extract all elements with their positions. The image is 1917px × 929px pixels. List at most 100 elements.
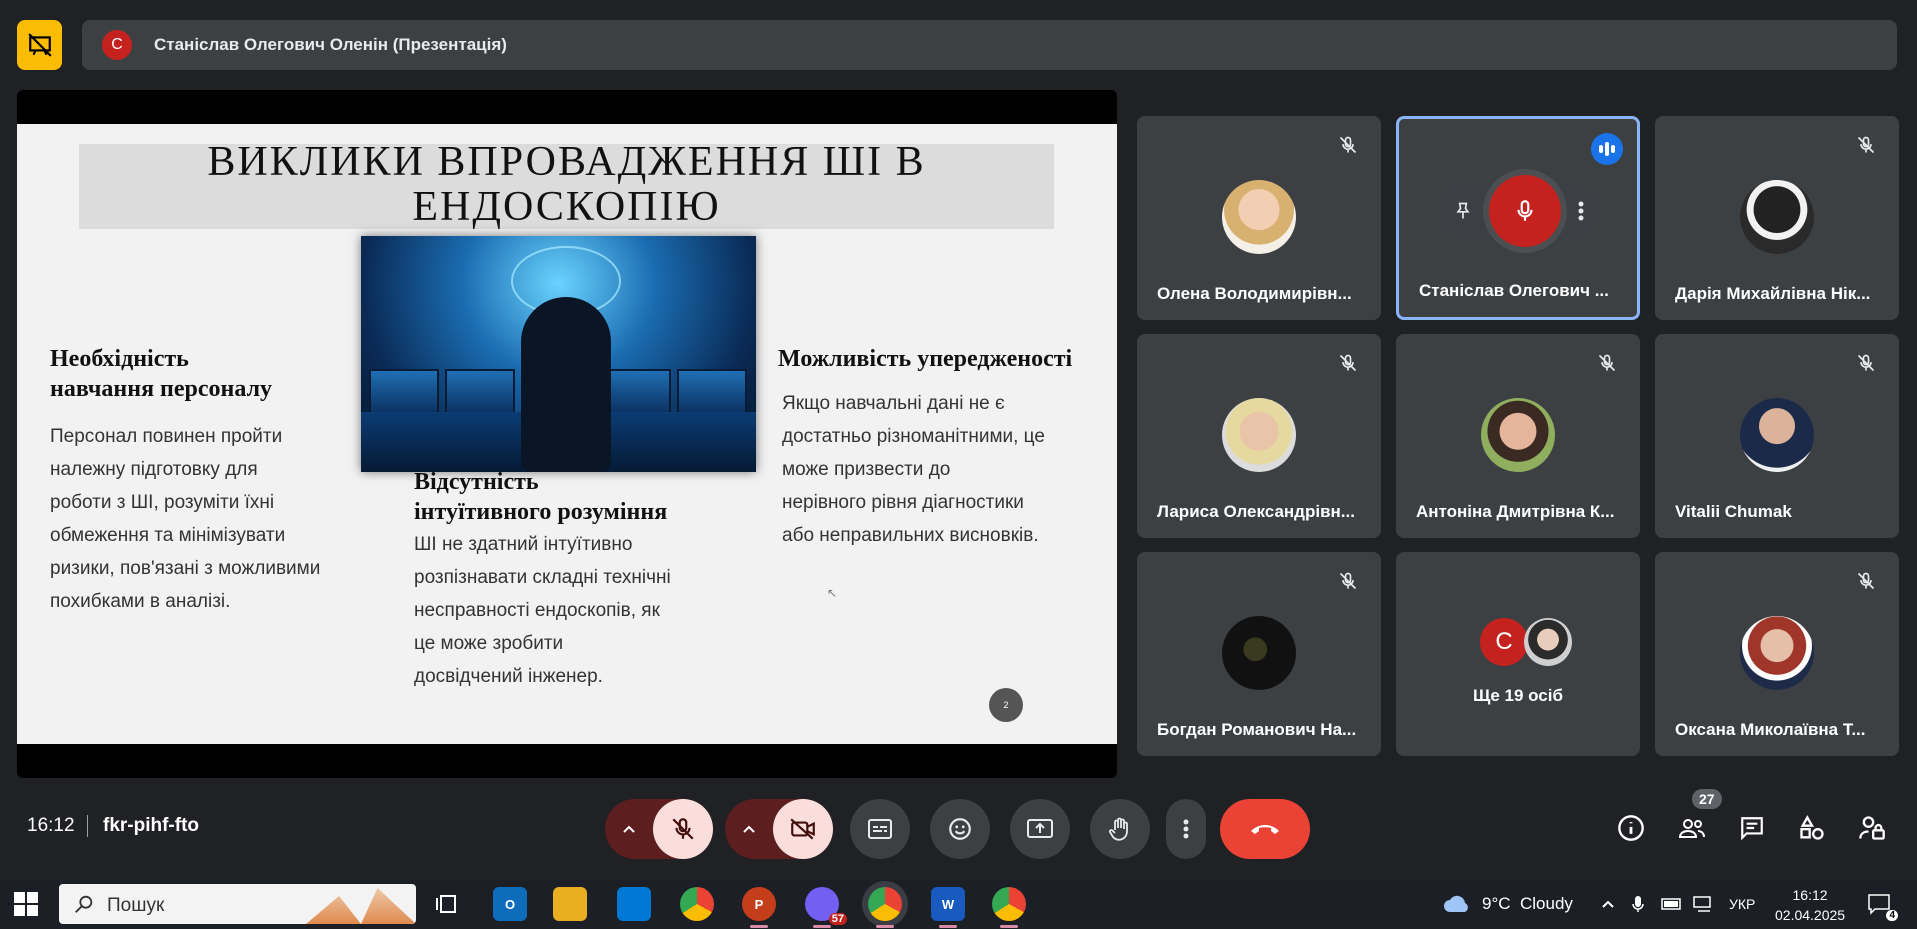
col1-heading-line1: Необхідність <box>50 346 189 372</box>
outlook-icon[interactable]: O <box>493 887 527 921</box>
presentation-stage[interactable]: ВИКЛИКИ ВПРОВАДЖЕННЯ ШІ В ЕНДОСКОПІЮ Нео… <box>17 90 1117 778</box>
col1-heading-line2: навчання персоналу <box>50 376 273 402</box>
col2-line: розпізнавати складні технічні <box>414 567 671 588</box>
col1-heading: Необхідність навчання персоналу <box>50 344 272 404</box>
cloud-icon <box>1444 895 1468 912</box>
participant-tile-active[interactable]: Станіслав Олегович ... <box>1396 116 1640 320</box>
mic-icon <box>1517 200 1533 221</box>
chrome-profile-icon[interactable] <box>868 887 902 921</box>
active-app-indicator <box>939 925 957 928</box>
viber-badge: 57 <box>828 913 847 925</box>
participant-name: Vitalii Chumak <box>1675 502 1792 521</box>
col1-line: Персонал повинен пройти <box>50 426 283 447</box>
emoji-reactions-button[interactable] <box>930 799 990 859</box>
participant-tile[interactable]: Оксана Миколаївна Т... <box>1655 552 1899 756</box>
participant-tile[interactable]: Vitalii Chumak <box>1655 334 1899 538</box>
slide: ВИКЛИКИ ВПРОВАДЖЕННЯ ШІ В ЕНДОСКОПІЮ Нео… <box>17 124 1117 744</box>
search-icon <box>75 895 93 913</box>
participant-avatar <box>1222 180 1296 254</box>
participant-avatar <box>1740 180 1814 254</box>
word-icon[interactable]: W <box>931 887 965 921</box>
mute-participant-button[interactable] <box>1489 175 1561 247</box>
col3-line: достатньо різноманітними, це <box>782 426 1045 447</box>
system-clock[interactable]: 16:12 02.04.2025 <box>1775 885 1845 925</box>
col2-line: це може зробити <box>414 633 564 654</box>
clock-date: 02.04.2025 <box>1775 907 1846 923</box>
participant-avatar <box>1222 616 1296 690</box>
viber-icon[interactable]: 57 <box>805 887 847 925</box>
participant-name: Богдан Романович На... <box>1157 720 1357 739</box>
chrome-icon[interactable] <box>680 887 714 921</box>
task-view-icon[interactable] <box>430 887 464 921</box>
participant-name: Оксана Миколаївна Т... <box>1675 720 1866 739</box>
pin-icon[interactable] <box>1453 199 1473 223</box>
chat-icon <box>1741 817 1763 841</box>
people-button[interactable] <box>1674 810 1710 846</box>
no-presentation-icon-button[interactable] <box>17 20 62 70</box>
col2-line: несправності ендоскопів, як <box>414 600 660 621</box>
lock-person-icon <box>1859 816 1885 840</box>
taskbar-search[interactable]: Пошук <box>59 884 416 924</box>
powerpoint-icon[interactable]: P <box>742 887 776 921</box>
file-explorer-icon[interactable] <box>553 887 587 921</box>
chrome-second-profile-icon[interactable] <box>992 887 1026 921</box>
more-vert-icon <box>1183 819 1189 839</box>
more-options-icon[interactable] <box>1577 199 1585 223</box>
divider <box>87 815 88 837</box>
network-icon[interactable] <box>1692 887 1716 921</box>
raise-hand-icon <box>1109 817 1128 841</box>
notifications-icon[interactable]: 4 <box>1862 887 1898 921</box>
camera-toggle-button[interactable] <box>773 799 833 859</box>
more-options-button[interactable] <box>1166 799 1206 859</box>
clock-time: 16:12 <box>1792 887 1828 903</box>
present-screen-button[interactable] <box>1010 799 1070 859</box>
meeting-time: 16:12 <box>27 815 75 836</box>
battery-icon[interactable] <box>1660 887 1684 921</box>
col1-line: роботи з ШІ, розуміти їхні <box>50 492 275 513</box>
mic-off-icon <box>1333 566 1363 596</box>
participant-tile[interactable]: Олена Володимирівн... <box>1137 116 1381 320</box>
monitor-shape <box>677 369 747 417</box>
hooded-figure <box>521 297 611 472</box>
weather-text: 9°C Cloudy <box>1482 894 1573 913</box>
presenter-title: Станіслав Олегович Оленін (Презентація) <box>154 35 507 54</box>
col2-line: досвідчений інженер. <box>414 666 603 687</box>
captions-button[interactable] <box>850 799 910 859</box>
participant-avatar <box>1524 618 1572 666</box>
col3-text: Якщо навчальні дані не є достатньо різно… <box>782 387 1045 552</box>
search-placeholder: Пошук <box>107 895 165 916</box>
emoji-icon <box>949 818 971 840</box>
col2-text: ШІ не здатний інтуїтивно розпізнавати ск… <box>414 528 671 693</box>
participant-tile[interactable]: Антоніна Дмитрівна К... <box>1396 334 1640 538</box>
video-options-button[interactable] <box>725 799 773 859</box>
meeting-details-button[interactable] <box>1613 810 1649 846</box>
microphone-tray-icon[interactable] <box>1628 887 1648 921</box>
mic-toggle-button[interactable] <box>653 799 713 859</box>
hacker-illustration <box>361 236 756 472</box>
leave-call-button[interactable] <box>1220 799 1310 859</box>
windows-start-icon[interactable] <box>14 892 38 916</box>
mic-off-icon <box>1333 130 1363 160</box>
col2-line: ШІ не здатний інтуїтивно <box>414 534 633 555</box>
participant-tile[interactable]: Богдан Романович На... <box>1137 552 1381 756</box>
activities-button[interactable] <box>1794 810 1830 846</box>
participant-tile[interactable]: Дарія Михайлівна Нік... <box>1655 116 1899 320</box>
col1-line: ризики, пов'язані з можливими <box>50 558 321 579</box>
mic-off-icon <box>672 818 694 840</box>
weather-widget[interactable]: 9°C Cloudy <box>1442 894 1573 914</box>
col2-heading-line2: інтуїтивного розуміння <box>414 499 668 525</box>
language-indicator[interactable]: УКР <box>1729 896 1755 912</box>
col3-line: може призвести до <box>782 459 951 480</box>
more-participants-label: Ще 19 осіб <box>1473 686 1563 705</box>
closed-captions-icon <box>868 819 892 839</box>
audio-options-button[interactable] <box>605 799 653 859</box>
chevron-up-icon[interactable] <box>1598 887 1618 921</box>
participant-tile[interactable]: Лариса Олександрівн... <box>1137 334 1381 538</box>
host-controls-button[interactable] <box>1854 810 1890 846</box>
mic-off-icon <box>1851 348 1881 378</box>
chat-button[interactable] <box>1734 810 1770 846</box>
more-participants-tile[interactable]: С Ще 19 осіб <box>1396 552 1640 756</box>
microsoft-store-icon[interactable] <box>617 887 651 921</box>
active-app-indicator <box>1000 925 1018 928</box>
raise-hand-button[interactable] <box>1090 799 1150 859</box>
